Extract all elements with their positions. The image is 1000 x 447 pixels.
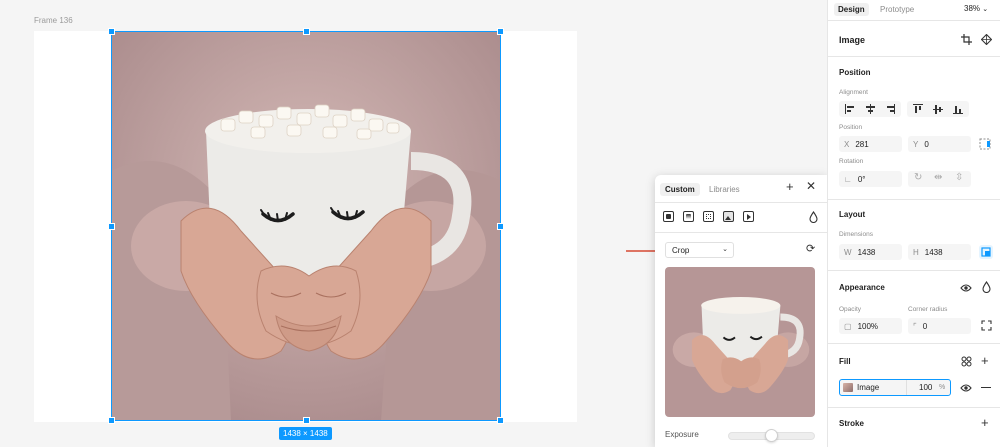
opacity-label: Opacity [839,306,862,313]
image-fill-popup: Custom Libraries + ✕ Crop ⌄ ⟳ Exposure [655,175,827,447]
chevron-down-icon: ⌄ [722,246,728,253]
selected-image[interactable] [111,31,501,421]
corner-radius-field[interactable]: ⌜ 0 [908,318,971,334]
align-horizontal-center-icon[interactable] [864,103,876,115]
image-scale-value: Crop [672,246,690,255]
add-fill-icon[interactable]: + [981,353,989,368]
eye-icon[interactable] [960,283,972,293]
y-prefix: Y [913,140,919,149]
zoom-level: 38% [964,4,981,13]
x-value: 281 [855,140,869,149]
opacity-icon: ▢ [844,322,852,331]
fill-opacity-unit: % [939,384,946,391]
position-label: Position [839,124,863,131]
properties-panel: Design Prototype 38% ⌄ Image Position Al… [827,0,1000,447]
styles-icon[interactable] [961,356,972,367]
rotation-label: Rotation [839,158,864,165]
component-icon[interactable] [981,34,992,45]
tab-design[interactable]: Design [834,3,869,16]
fill-title: Fill [839,357,851,366]
h-prefix: H [913,248,919,257]
drop-icon[interactable] [809,211,818,223]
dimensions-label: Dimensions [839,231,873,238]
add-stroke-icon[interactable]: + [981,415,989,430]
align-top-icon[interactable] [912,103,924,115]
drop-icon[interactable] [982,281,991,293]
align-left-icon[interactable] [844,103,856,115]
selection-size-badge: 1438 × 1438 [279,427,332,440]
divider [828,199,1000,200]
corner-radius-label: Corner radius [908,306,948,313]
fill-row[interactable]: Image 100 % [839,379,951,396]
divider [828,20,1000,21]
video-fill-icon[interactable] [743,211,754,222]
exposure-label: Exposure [665,430,699,439]
w-prefix: W [844,248,852,257]
hot-chocolate-thumbnail [665,267,815,417]
opacity-field[interactable]: ▢ 100% [839,318,902,334]
rotation-value: 0° [857,175,866,184]
image-preview[interactable] [665,267,815,417]
gradient-fill-icon[interactable] [683,211,694,222]
exposure-slider-knob[interactable] [765,429,778,442]
divider [828,407,1000,408]
fill-name: Image [857,383,880,392]
y-position-field[interactable]: Y0 [908,136,971,152]
zoom-menu[interactable]: 38% ⌄ [964,4,988,13]
w-value: 1438 [857,248,876,257]
image-scale-select[interactable]: Crop ⌄ [665,242,734,258]
constraints-icon[interactable] [979,138,991,150]
tab-libraries[interactable]: Libraries [704,183,745,196]
image-fill-icon[interactable] [723,211,734,222]
flip-vertical-icon[interactable]: ⇳ [955,172,963,183]
eye-icon[interactable] [960,383,972,393]
divider [828,343,1000,344]
align-bottom-icon[interactable] [952,103,964,115]
layout-title: Layout [839,210,866,219]
width-field[interactable]: W 1438 [839,244,902,260]
angle-icon: ∟ [844,175,852,184]
pattern-fill-icon[interactable] [703,211,714,222]
divider [828,270,1000,271]
stroke-title: Stroke [839,419,864,428]
fill-opacity-value[interactable]: 100 [919,383,932,392]
remove-fill-icon[interactable] [981,387,991,389]
align-right-icon[interactable] [884,103,896,115]
plus-icon[interactable]: + [786,179,794,194]
layer-type-title: Image [839,35,866,45]
solid-fill-icon[interactable] [663,211,674,222]
position-title: Position [839,68,871,77]
chevron-down-icon: ⌄ [982,6,989,13]
rotate-90-icon[interactable]: ↻ [914,172,922,183]
corner-radius-value: 0 [922,322,928,331]
appearance-title: Appearance [839,283,885,292]
close-icon[interactable]: ✕ [806,179,816,193]
height-field[interactable]: H 1438 [908,244,971,260]
tab-custom[interactable]: Custom [660,183,700,196]
corner-radius-icon: ⌜ [913,322,917,331]
x-position-field[interactable]: X 281 [839,136,902,152]
align-vertical-center-icon[interactable] [932,103,944,115]
image-swatch[interactable] [843,383,853,392]
opacity-value: 100% [857,322,879,331]
rotation-field[interactable]: ∟ 0° [839,171,902,187]
divider [655,202,827,203]
divider [828,56,1000,57]
frame-label[interactable]: Frame 136 [34,16,73,25]
y-value: 0 [924,140,929,149]
independent-corners-icon[interactable] [981,320,992,331]
hot-chocolate-photo [111,31,501,421]
x-prefix: X [844,140,850,149]
rotate-icon[interactable]: ⟳ [806,242,815,255]
alignment-label: Alignment [839,89,868,96]
h-value: 1438 [924,248,943,257]
link-icon [981,247,991,257]
divider [655,232,827,233]
crop-icon[interactable] [961,34,972,45]
divider [906,380,907,395]
constrain-proportions-button[interactable] [979,245,993,259]
flip-horizontal-icon[interactable]: ⇹ [934,172,942,183]
tab-prototype[interactable]: Prototype [880,5,914,14]
